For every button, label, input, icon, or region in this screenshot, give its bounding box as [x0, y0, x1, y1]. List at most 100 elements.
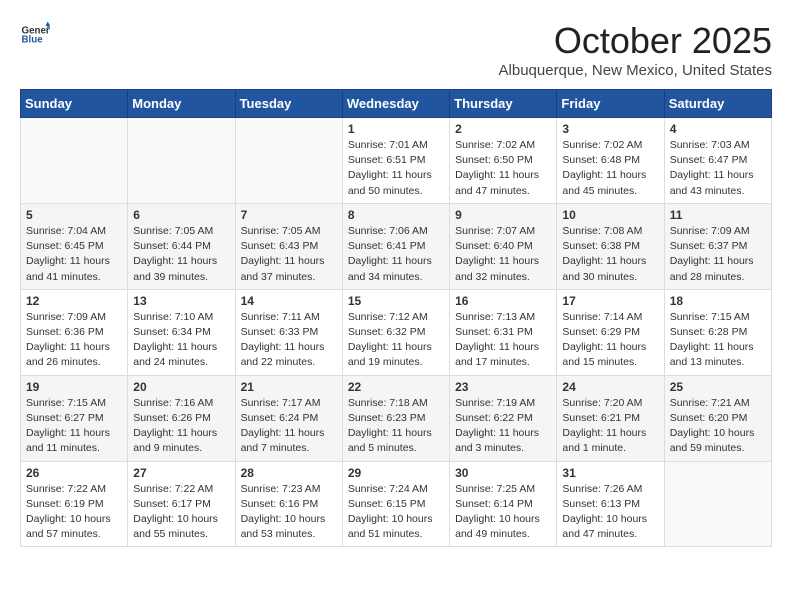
day-number: 15: [348, 294, 444, 308]
calendar-cell: 18Sunrise: 7:15 AM Sunset: 6:28 PM Dayli…: [664, 289, 771, 375]
calendar-week-row: 1 Sunrise: 7:01 AM Sunset: 6:51 PM Daylig…: [21, 118, 772, 204]
day-info: Sunrise: 7:24 AM Sunset: 6:15 PM Dayligh…: [348, 482, 444, 543]
day-number: 28: [241, 466, 337, 480]
calendar-cell: 11Sunrise: 7:09 AM Sunset: 6:37 PM Dayli…: [664, 203, 771, 289]
calendar-cell: 29 Sunrise: 7:24 AM Sunset: 6:15 PM Dayli…: [342, 461, 449, 547]
day-info: Sunrise: 7:19 AM Sunset: 6:22 PM Dayligh…: [455, 396, 551, 457]
calendar: SundayMondayTuesdayWednesdayThursdayFrid…: [20, 89, 772, 547]
day-number: 29: [348, 466, 444, 480]
calendar-cell: 28 Sunrise: 7:23 AM Sunset: 6:16 PM Dayli…: [235, 461, 342, 547]
day-info: Sunrise: 7:05 AM Sunset: 6:43 PM Dayligh…: [241, 224, 337, 285]
day-number: 13: [133, 294, 229, 308]
weekday-header: Saturday: [664, 90, 771, 118]
day-number: 5: [26, 208, 122, 222]
day-info: Sunrise: 7:02 AM Sunset: 6:50 PM Dayligh…: [455, 138, 551, 199]
day-number: 18: [670, 294, 766, 308]
calendar-cell: 17 Sunrise: 7:14 AM Sunset: 6:29 PM Dayli…: [557, 289, 664, 375]
calendar-cell: [21, 118, 128, 204]
day-number: 23: [455, 380, 551, 394]
day-number: 16: [455, 294, 551, 308]
day-number: 3: [562, 122, 658, 136]
weekday-header: Tuesday: [235, 90, 342, 118]
day-info: Sunrise: 7:11 AM Sunset: 6:33 PM Dayligh…: [241, 310, 337, 371]
calendar-cell: 22Sunrise: 7:18 AM Sunset: 6:23 PM Dayli…: [342, 375, 449, 461]
location-subtitle: Albuquerque, New Mexico, United States: [499, 62, 772, 79]
calendar-cell: [235, 118, 342, 204]
day-info: Sunrise: 7:01 AM Sunset: 6:51 PM Dayligh…: [348, 138, 444, 199]
calendar-cell: 21Sunrise: 7:17 AM Sunset: 6:24 PM Dayli…: [235, 375, 342, 461]
calendar-cell: 4 Sunrise: 7:03 AM Sunset: 6:47 PM Daylig…: [664, 118, 771, 204]
calendar-cell: 3 Sunrise: 7:02 AM Sunset: 6:48 PM Daylig…: [557, 118, 664, 204]
day-info: Sunrise: 7:03 AM Sunset: 6:47 PM Dayligh…: [670, 138, 766, 199]
day-number: 14: [241, 294, 337, 308]
day-info: Sunrise: 7:26 AM Sunset: 6:13 PM Dayligh…: [562, 482, 658, 543]
day-info: Sunrise: 7:06 AM Sunset: 6:41 PM Dayligh…: [348, 224, 444, 285]
day-number: 20: [133, 380, 229, 394]
day-info: Sunrise: 7:22 AM Sunset: 6:19 PM Dayligh…: [26, 482, 122, 543]
calendar-week-row: 12 Sunrise: 7:09 AM Sunset: 6:36 PM Dayli…: [21, 289, 772, 375]
day-info: Sunrise: 7:12 AM Sunset: 6:32 PM Dayligh…: [348, 310, 444, 371]
day-number: 12: [26, 294, 122, 308]
day-info: Sunrise: 7:02 AM Sunset: 6:48 PM Dayligh…: [562, 138, 658, 199]
day-number: 1: [348, 122, 444, 136]
calendar-cell: 24Sunrise: 7:20 AM Sunset: 6:21 PM Dayli…: [557, 375, 664, 461]
calendar-cell: 15 Sunrise: 7:12 AM Sunset: 6:32 PM Dayli…: [342, 289, 449, 375]
day-info: Sunrise: 7:07 AM Sunset: 6:40 PM Dayligh…: [455, 224, 551, 285]
calendar-cell: 14 Sunrise: 7:11 AM Sunset: 6:33 PM Dayli…: [235, 289, 342, 375]
day-info: Sunrise: 7:13 AM Sunset: 6:31 PM Dayligh…: [455, 310, 551, 371]
day-info: Sunrise: 7:04 AM Sunset: 6:45 PM Dayligh…: [26, 224, 122, 285]
day-number: 4: [670, 122, 766, 136]
day-number: 7: [241, 208, 337, 222]
day-number: 6: [133, 208, 229, 222]
weekday-header: Monday: [128, 90, 235, 118]
day-number: 26: [26, 466, 122, 480]
day-number: 17: [562, 294, 658, 308]
calendar-cell: 7 Sunrise: 7:05 AM Sunset: 6:43 PM Daylig…: [235, 203, 342, 289]
day-number: 27: [133, 466, 229, 480]
calendar-cell: 25Sunrise: 7:21 AM Sunset: 6:20 PM Dayli…: [664, 375, 771, 461]
day-number: 2: [455, 122, 551, 136]
day-number: 10: [562, 208, 658, 222]
day-number: 8: [348, 208, 444, 222]
title-area: October 2025 Albuquerque, New Mexico, Un…: [499, 20, 772, 79]
logo-icon: General Blue: [20, 20, 50, 50]
calendar-cell: 19Sunrise: 7:15 AM Sunset: 6:27 PM Dayli…: [21, 375, 128, 461]
day-info: Sunrise: 7:05 AM Sunset: 6:44 PM Dayligh…: [133, 224, 229, 285]
day-info: Sunrise: 7:15 AM Sunset: 6:27 PM Dayligh…: [26, 396, 122, 457]
calendar-cell: 5 Sunrise: 7:04 AM Sunset: 6:45 PM Daylig…: [21, 203, 128, 289]
calendar-cell: 12 Sunrise: 7:09 AM Sunset: 6:36 PM Dayli…: [21, 289, 128, 375]
calendar-cell: 2 Sunrise: 7:02 AM Sunset: 6:50 PM Daylig…: [450, 118, 557, 204]
day-info: Sunrise: 7:09 AM Sunset: 6:37 PM Dayligh…: [670, 224, 766, 285]
calendar-cell: 20 Sunrise: 7:16 AM Sunset: 6:26 PM Dayli…: [128, 375, 235, 461]
calendar-cell: 1 Sunrise: 7:01 AM Sunset: 6:51 PM Daylig…: [342, 118, 449, 204]
day-info: Sunrise: 7:10 AM Sunset: 6:34 PM Dayligh…: [133, 310, 229, 371]
day-info: Sunrise: 7:18 AM Sunset: 6:23 PM Dayligh…: [348, 396, 444, 457]
calendar-cell: 8 Sunrise: 7:06 AM Sunset: 6:41 PM Daylig…: [342, 203, 449, 289]
day-info: Sunrise: 7:16 AM Sunset: 6:26 PM Dayligh…: [133, 396, 229, 457]
day-info: Sunrise: 7:14 AM Sunset: 6:29 PM Dayligh…: [562, 310, 658, 371]
calendar-cell: 6 Sunrise: 7:05 AM Sunset: 6:44 PM Daylig…: [128, 203, 235, 289]
day-number: 9: [455, 208, 551, 222]
day-number: 25: [670, 380, 766, 394]
calendar-cell: 23 Sunrise: 7:19 AM Sunset: 6:22 PM Dayli…: [450, 375, 557, 461]
calendar-cell: 26 Sunrise: 7:22 AM Sunset: 6:19 PM Dayli…: [21, 461, 128, 547]
calendar-cell: 9 Sunrise: 7:07 AM Sunset: 6:40 PM Daylig…: [450, 203, 557, 289]
calendar-cell: 30 Sunrise: 7:25 AM Sunset: 6:14 PM Dayli…: [450, 461, 557, 547]
weekday-header: Sunday: [21, 90, 128, 118]
calendar-cell: 31Sunrise: 7:26 AM Sunset: 6:13 PM Dayli…: [557, 461, 664, 547]
logo: General Blue: [20, 20, 50, 50]
calendar-cell: 13 Sunrise: 7:10 AM Sunset: 6:34 PM Dayli…: [128, 289, 235, 375]
day-info: Sunrise: 7:22 AM Sunset: 6:17 PM Dayligh…: [133, 482, 229, 543]
weekday-header: Friday: [557, 90, 664, 118]
day-info: Sunrise: 7:17 AM Sunset: 6:24 PM Dayligh…: [241, 396, 337, 457]
day-info: Sunrise: 7:23 AM Sunset: 6:16 PM Dayligh…: [241, 482, 337, 543]
weekday-header: Thursday: [450, 90, 557, 118]
calendar-cell: 16 Sunrise: 7:13 AM Sunset: 6:31 PM Dayli…: [450, 289, 557, 375]
calendar-cell: [128, 118, 235, 204]
calendar-cell: [664, 461, 771, 547]
day-number: 24: [562, 380, 658, 394]
day-info: Sunrise: 7:25 AM Sunset: 6:14 PM Dayligh…: [455, 482, 551, 543]
weekday-header: Wednesday: [342, 90, 449, 118]
day-info: Sunrise: 7:09 AM Sunset: 6:36 PM Dayligh…: [26, 310, 122, 371]
day-number: 30: [455, 466, 551, 480]
